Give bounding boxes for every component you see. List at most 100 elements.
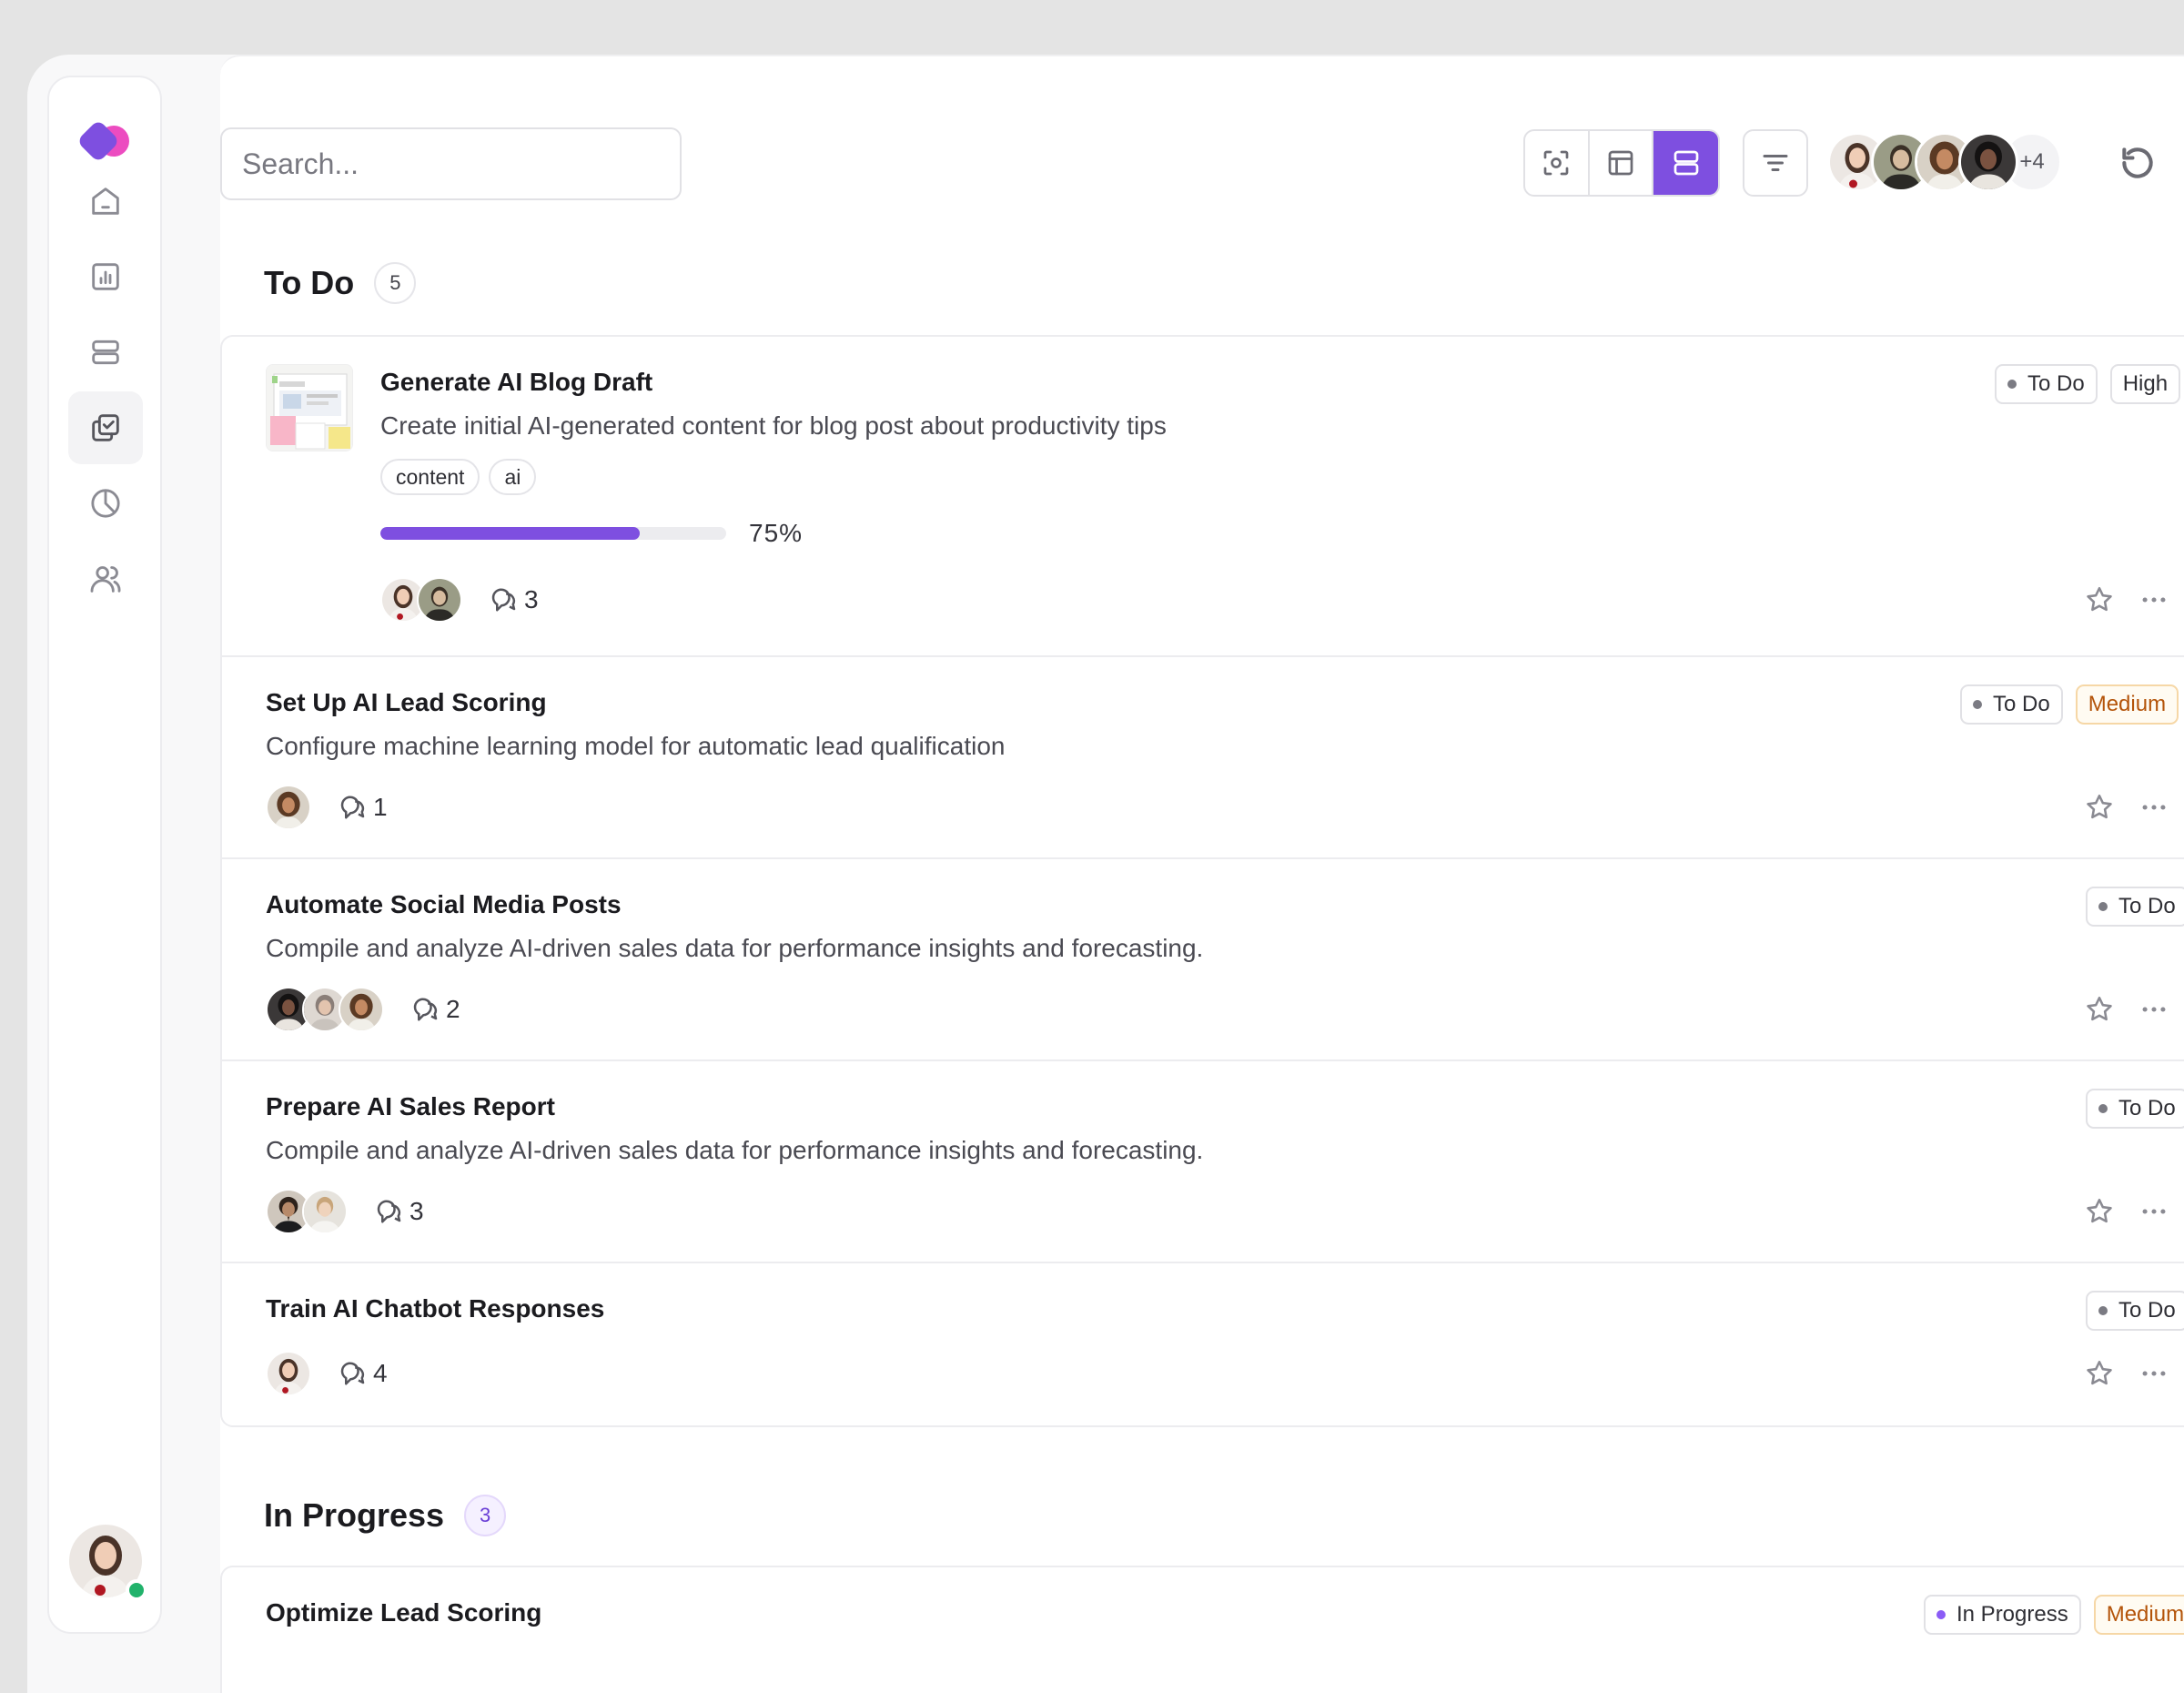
comment-icon [491,586,519,613]
status-dot [2098,902,2108,911]
task-badges: To Do High [1995,364,2181,404]
task-title[interactable]: Prepare AI Sales Report [266,1092,555,1121]
task-meta: 3 [266,1189,424,1234]
section-count: 5 [374,262,417,304]
assignee-avatar[interactable] [302,1189,348,1234]
in-progress-section-header: In Progress 3 [264,1495,507,1536]
status-dot [2098,1104,2108,1113]
more-icon[interactable] [2138,792,2169,823]
assignee-avatar[interactable] [417,577,462,623]
more-icon[interactable] [2138,584,2169,615]
star-icon[interactable] [2084,994,2115,1025]
nav-users[interactable] [68,542,143,615]
task-actions [2084,994,2169,1025]
priority-badge[interactable]: High [2109,364,2181,404]
task-meta: 4 [266,1351,388,1396]
task-card[interactable]: Automate Social Media Posts Compile and … [222,859,2184,1061]
section-title: To Do [264,264,355,301]
filter-button[interactable] [1743,129,1808,197]
main-content: Search... +4 To Do 5 Generate AI Blog Dr… [220,55,2184,1693]
nav-analytics[interactable] [68,240,143,313]
task-title[interactable]: Set Up AI Lead Scoring [266,688,547,717]
search-input[interactable]: Search... [220,127,682,200]
nav-reports[interactable] [68,467,143,540]
comment-count[interactable]: 4 [340,1359,388,1388]
chart-icon [92,263,119,290]
status-dot [1936,1610,1946,1619]
view-switcher [1523,129,1720,197]
comment-count[interactable]: 2 [413,995,460,1024]
status-label: To Do [2118,894,2176,918]
star-icon[interactable] [2084,1358,2115,1389]
task-actions [2084,1196,2169,1227]
list-icon [1673,150,1699,176]
more-icon[interactable] [2138,1196,2169,1227]
avatar [1958,132,2018,192]
status-label: To Do [2118,1298,2176,1323]
users-icon [90,566,121,593]
task-title[interactable]: Train AI Chatbot Responses [266,1294,604,1323]
view-scan-button[interactable] [1525,131,1590,195]
status-label: To Do [2027,371,2085,396]
status-badge[interactable]: To Do [1995,364,2098,404]
status-badge[interactable]: In Progress [1924,1595,2081,1635]
task-description: Configure machine learning model for aut… [266,732,1006,760]
priority-badge[interactable]: Medium [2093,1595,2184,1635]
task-actions [2084,584,2169,615]
tag-chip[interactable]: content [380,459,480,495]
todo-task-list: Generate AI Blog Draft Create initial AI… [220,335,2184,1427]
scan-icon [1543,150,1569,176]
comment-count-value: 3 [524,585,539,613]
more-icon[interactable] [2138,1358,2169,1389]
priority-badge[interactable]: Medium [2075,684,2179,725]
assignee-avatar[interactable] [339,987,384,1032]
task-card[interactable]: Set Up AI Lead Scoring Configure machine… [222,657,2184,859]
view-list-button[interactable] [1653,131,1718,195]
in-progress-task-list: Optimize Lead Scoring In Progress Medium [220,1566,2184,1693]
status-badge[interactable]: To Do [2086,887,2184,927]
task-tags: content ai [380,459,537,495]
status-dot [1973,700,1982,709]
filter-icon [1763,155,1788,171]
view-table-button[interactable] [1590,131,1654,195]
nav-layers[interactable] [68,316,143,389]
task-card[interactable]: Generate AI Blog Draft Create initial AI… [222,337,2184,657]
logo-icon[interactable] [77,117,132,165]
status-label: In Progress [1956,1602,2068,1627]
task-title[interactable]: Automate Social Media Posts [266,890,622,919]
star-icon[interactable] [2084,792,2115,823]
team-avatars[interactable]: +4 [1827,132,2062,192]
status-badge[interactable]: To Do [2086,1291,2184,1331]
assignee-avatar[interactable] [266,785,311,830]
task-title[interactable]: Optimize Lead Scoring [266,1598,541,1627]
star-icon[interactable] [2084,584,2115,615]
comment-count-value: 3 [410,1197,424,1225]
task-title[interactable]: Generate AI Blog Draft [380,368,652,397]
refresh-button[interactable] [2118,143,2158,183]
task-card[interactable]: Prepare AI Sales Report Compile and anal… [222,1061,2184,1263]
task-badges: In Progress Medium [1924,1595,2184,1635]
task-meta: 3 [380,577,539,623]
comment-count[interactable]: 3 [491,585,539,614]
tag-chip[interactable]: ai [489,459,537,495]
task-description: Compile and analyze AI-driven sales data… [266,934,1204,962]
task-card[interactable]: Optimize Lead Scoring In Progress Medium [222,1567,2184,1693]
assignee-avatar[interactable] [266,1351,311,1396]
home-icon [92,188,119,215]
nav-tasks[interactable] [68,391,143,464]
comment-count-value: 2 [446,995,460,1023]
star-icon[interactable] [2084,1196,2115,1227]
nav-home[interactable] [68,165,143,238]
task-badges: To Do [2086,1089,2184,1129]
more-icon[interactable] [2138,994,2169,1025]
comment-count[interactable]: 1 [340,793,388,822]
status-badge[interactable]: To Do [1960,684,2063,725]
task-description: Create initial AI-generated content for … [380,411,1167,440]
task-badges: To Do [2086,1291,2184,1331]
tasks-icon [92,414,119,441]
status-label: To Do [1993,692,2050,716]
task-card[interactable]: Train AI Chatbot Responses 4 To Do [222,1263,2184,1425]
status-badge[interactable]: To Do [2086,1089,2184,1129]
layers-icon [92,340,119,365]
comment-count[interactable]: 3 [377,1197,424,1226]
